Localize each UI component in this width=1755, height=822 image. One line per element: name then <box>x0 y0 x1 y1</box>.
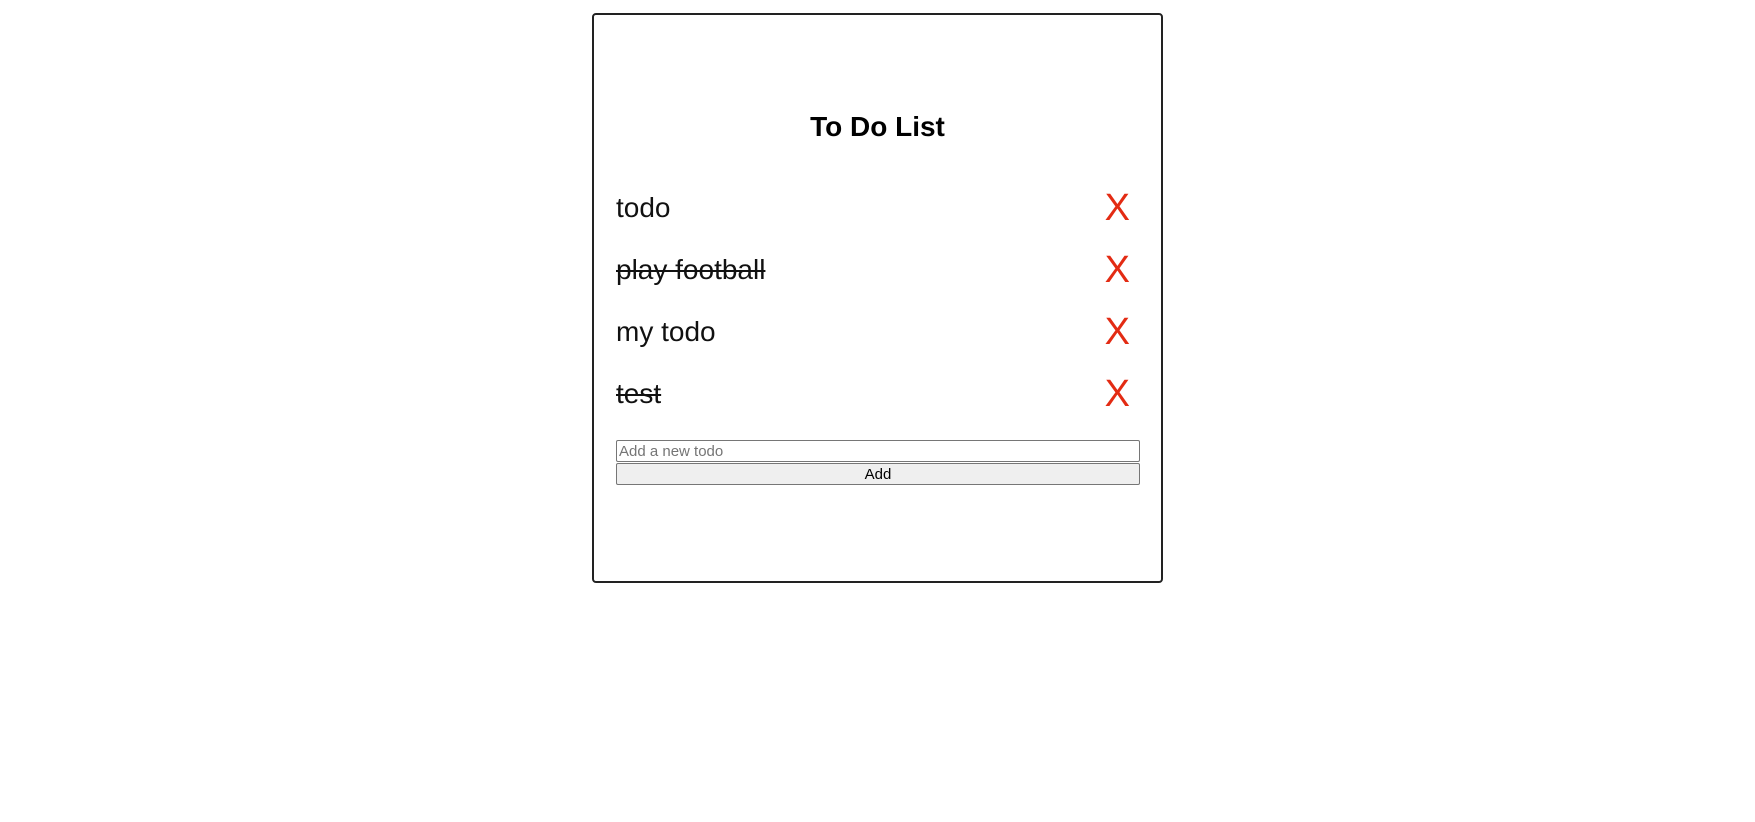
todo-item[interactable]: my todo X <box>616 301 1140 363</box>
todo-item[interactable]: todo X <box>616 177 1140 239</box>
delete-todo-button[interactable]: X <box>1105 251 1130 289</box>
todo-item-text[interactable]: todo <box>616 194 671 222</box>
todo-item-text[interactable]: my todo <box>616 318 716 346</box>
todo-item[interactable]: test X <box>616 363 1140 425</box>
todo-item-text[interactable]: play football <box>616 256 765 284</box>
delete-todo-button[interactable]: X <box>1105 375 1130 413</box>
delete-todo-button[interactable]: X <box>1105 189 1130 227</box>
todo-card: To Do List todo X play football X my tod… <box>592 13 1163 583</box>
todo-item-text[interactable]: test <box>616 380 661 408</box>
add-todo-button[interactable]: Add <box>616 463 1140 485</box>
page-title: To Do List <box>810 111 945 142</box>
todo-list: todo X play football X my todo X test X <box>616 177 1140 425</box>
todo-item[interactable]: play football X <box>616 239 1140 301</box>
add-todo-form: Add <box>616 440 1140 485</box>
new-todo-input[interactable] <box>616 440 1140 462</box>
delete-todo-button[interactable]: X <box>1105 313 1130 351</box>
